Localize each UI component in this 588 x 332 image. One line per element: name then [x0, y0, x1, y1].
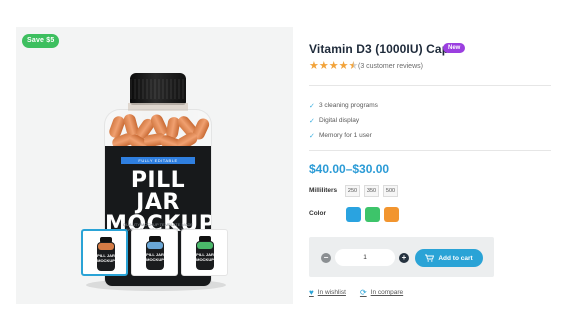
product-price: $40.00–$30.00 — [309, 162, 390, 176]
heart-icon: ♥ — [309, 288, 314, 297]
color-swatch-orange[interactable] — [384, 207, 399, 222]
thumbnail-jar: PILL JAR MOCKUP — [97, 237, 115, 271]
divider — [309, 150, 551, 151]
size-option[interactable]: 250 — [345, 185, 360, 197]
product-actions: ♥ In wishlist ⟳ In compare — [309, 288, 403, 297]
thumbnail-jar: PILL JAR MOCKUP — [196, 236, 214, 270]
quantity-input[interactable]: 1 — [335, 249, 395, 266]
add-to-cart-button[interactable]: Add to cart — [415, 249, 483, 267]
feature-list: ✓ 3 cleaning programs ✓ Digital display ✓ M… — [309, 98, 378, 143]
thumbnail-2[interactable]: PILL JAR MOCKUP — [131, 229, 178, 276]
wishlist-label: In wishlist — [317, 289, 346, 296]
refresh-icon: ⟳ — [359, 288, 367, 297]
feature-item: ✓ Digital display — [309, 113, 378, 128]
add-to-cart-label: Add to cart — [438, 254, 473, 262]
color-swatch-blue[interactable] — [346, 207, 361, 222]
feature-text: Digital display — [319, 117, 360, 124]
feature-item: ✓ Memory for 1 user — [309, 128, 378, 143]
feature-text: Memory for 1 user — [319, 132, 372, 139]
jar-lid — [130, 73, 186, 105]
size-options: 250 350 500 — [345, 185, 398, 197]
half-star-icon: ★ — [348, 60, 359, 72]
milliliters-label: Milliliters — [309, 187, 338, 194]
star-icon: ★ — [328, 60, 339, 72]
color-label: Color — [309, 210, 326, 217]
reviews-link[interactable]: (3 customer reviews) — [358, 63, 423, 70]
compare-link[interactable]: ⟳ In compare — [360, 288, 403, 297]
star-icon: ★ — [318, 60, 329, 72]
color-swatch-green[interactable] — [365, 207, 380, 222]
color-options — [346, 207, 399, 222]
thumb-line2: MOCKUP — [196, 257, 214, 262]
check-icon: ✓ — [309, 117, 315, 125]
cart-icon — [425, 254, 435, 262]
feature-text: 3 cleaning programs — [319, 102, 378, 109]
wishlist-link[interactable]: ♥ In wishlist — [309, 288, 346, 297]
size-option[interactable]: 500 — [383, 185, 398, 197]
add-to-cart-panel: − 1 + Add to cart — [309, 237, 494, 277]
feature-item: ✓ 3 cleaning programs — [309, 98, 378, 113]
label-band: FULLY EDITABLE — [121, 157, 195, 164]
star-icon: ★ — [309, 60, 319, 72]
product-title: Vitamin D3 (1000IU) Cap X — [309, 42, 461, 56]
rating-stars: ★ ★ ★ ★ ★ — [309, 61, 358, 72]
thumbnail-1[interactable]: PILL JAR MOCKUP — [81, 229, 128, 276]
thumbnail-strip: PILL JAR MOCKUP PILL JAR MOCKUP PILL JAR MO… — [81, 229, 228, 276]
thumbnail-3[interactable]: PILL JAR MOCKUP — [181, 229, 228, 276]
check-icon: ✓ — [309, 132, 315, 140]
compare-label: In compare — [370, 289, 404, 296]
check-icon: ✓ — [309, 102, 315, 110]
quantity-decrease-button[interactable]: − — [321, 253, 331, 263]
thumb-line2: MOCKUP — [97, 258, 115, 263]
new-badge: New — [443, 43, 466, 53]
divider — [309, 85, 551, 86]
quantity-increase-button[interactable]: + — [399, 253, 409, 263]
label-title-line1: PILL JAR — [130, 168, 186, 215]
star-icon: ★ — [338, 60, 349, 72]
save-badge: Save $5 — [22, 34, 60, 48]
size-option[interactable]: 350 — [364, 185, 379, 197]
thumb-line2: MOCKUP — [146, 257, 164, 262]
thumbnail-jar: PILL JAR MOCKUP — [146, 236, 164, 270]
